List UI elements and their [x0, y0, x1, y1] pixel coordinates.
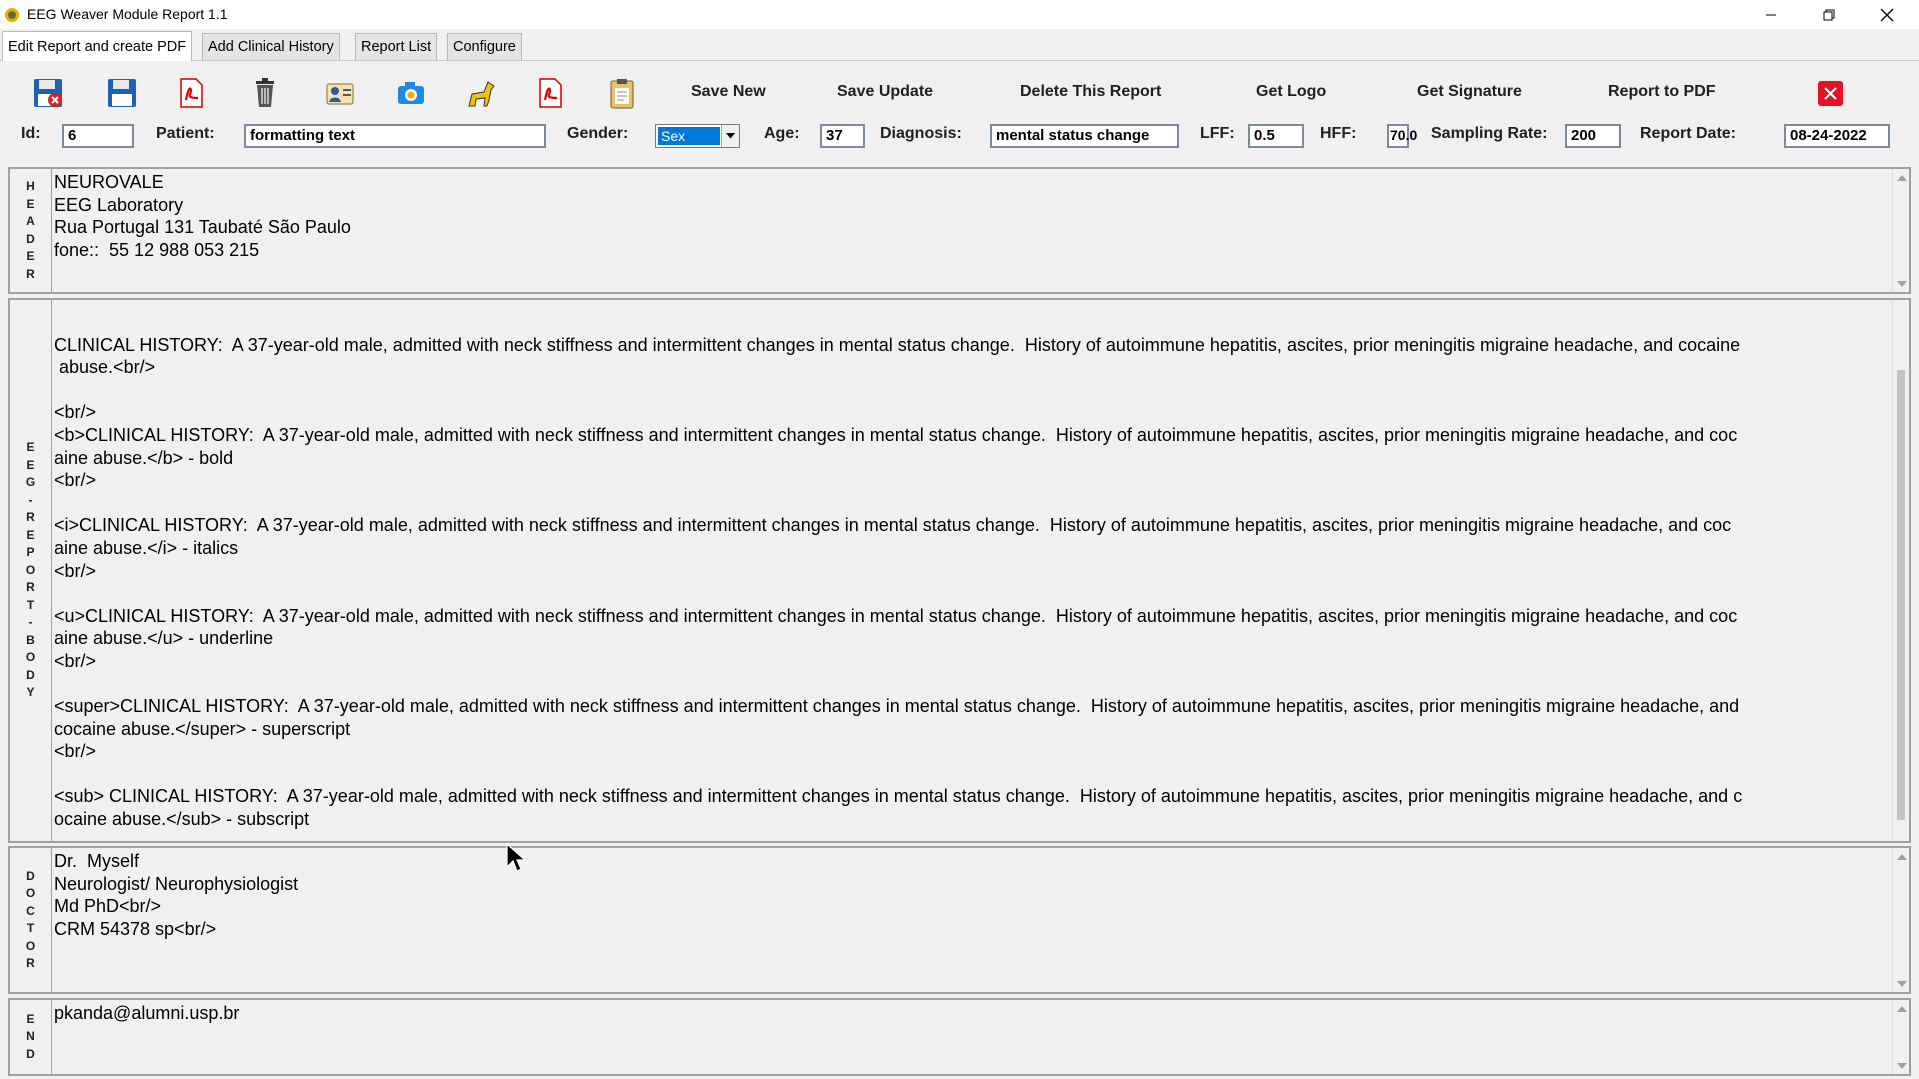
- doctor-textarea[interactable]: Dr. Myself Neurologist/ Neurophysiologis…: [52, 848, 1892, 992]
- header-panel: HEADER NEUROVALE EEG Laboratory Rua Port…: [8, 167, 1911, 294]
- gender-label: Gender:: [567, 125, 629, 142]
- red-close-icon: [1824, 87, 1837, 100]
- gender-value: Sex: [658, 127, 720, 145]
- scroll-up-arrow-icon[interactable]: [1893, 848, 1910, 865]
- horse-button[interactable]: [462, 74, 500, 112]
- minimize-icon: [1766, 14, 1776, 15]
- camera-icon: [398, 82, 424, 104]
- save-update-button[interactable]: Save Update: [837, 83, 933, 101]
- eeg-report-body-side-label: EEG-REPORT-BODY: [10, 300, 52, 841]
- horse-icon: [468, 81, 495, 107]
- gender-select[interactable]: Sex: [655, 124, 740, 148]
- lff-label: LFF:: [1200, 125, 1235, 142]
- report-date-label: Report Date:: [1640, 125, 1737, 142]
- pdf-icon: [180, 78, 203, 108]
- minimize-button[interactable]: [1742, 0, 1800, 29]
- body-scroll-thumb[interactable]: [1897, 370, 1905, 820]
- body-scrollbar[interactable]: [1892, 300, 1909, 841]
- chevron-down-icon: [726, 133, 735, 139]
- diagnosis-label: Diagnosis:: [880, 125, 962, 142]
- doctor-side-label: DOCTOR: [10, 848, 52, 992]
- id-label: Id:: [21, 125, 41, 142]
- lff-input[interactable]: 0.5: [1248, 124, 1304, 148]
- close-report-button[interactable]: [1818, 81, 1843, 106]
- scroll-down-arrow-icon[interactable]: [1893, 1057, 1910, 1074]
- age-input[interactable]: 37: [820, 124, 865, 148]
- trash-button[interactable]: [246, 74, 284, 112]
- scroll-up-arrow-icon[interactable]: [1893, 169, 1910, 186]
- restore-icon: [1823, 9, 1835, 20]
- eeg-report-body-textarea[interactable]: CLINICAL HISTORY: A 37-year-old male, ad…: [52, 300, 1892, 841]
- trash-icon: [256, 78, 274, 107]
- delete-floppy-button[interactable]: [29, 74, 67, 112]
- title-bar: EEG Weaver Module Report 1.1: [0, 0, 1919, 29]
- sampling-rate-label: Sampling Rate:: [1431, 125, 1548, 142]
- patient-input[interactable]: formatting text: [244, 124, 546, 148]
- save-floppy-icon: [108, 79, 136, 107]
- age-label: Age:: [764, 125, 800, 142]
- header-side-label: HEADER: [10, 169, 52, 292]
- end-side-label: END: [10, 1000, 52, 1074]
- scroll-down-arrow-icon[interactable]: [1893, 975, 1910, 992]
- clipboard-button[interactable]: [603, 74, 641, 112]
- doctor-panel: DOCTOR Dr. Myself Neurologist/ Neurophys…: [8, 846, 1911, 994]
- tab-add-clinical-history[interactable]: Add Clinical History: [202, 33, 340, 60]
- delete-report-floppy-icon: [34, 79, 62, 107]
- scroll-up-arrow-icon[interactable]: [1893, 1000, 1910, 1017]
- user-card-icon: [326, 83, 354, 105]
- doctor-scrollbar[interactable]: [1892, 848, 1909, 992]
- tab-edit-report[interactable]: Edit Report and create PDF: [2, 31, 193, 61]
- tab-report-list[interactable]: Report List: [355, 33, 438, 60]
- id-input[interactable]: 6: [62, 124, 134, 148]
- hff-input[interactable]: 70.0: [1387, 124, 1417, 148]
- save-new-button[interactable]: Save New: [691, 83, 766, 101]
- pdf-button[interactable]: [172, 74, 210, 112]
- gender-dropdown-arrow[interactable]: [721, 125, 739, 147]
- user-card-button[interactable]: [321, 74, 359, 112]
- tab-configure[interactable]: Configure: [447, 33, 522, 60]
- header-textarea[interactable]: NEUROVALE EEG Laboratory Rua Portugal 13…: [52, 169, 1892, 292]
- clipboard-icon: [610, 79, 634, 109]
- patient-label: Patient:: [156, 125, 215, 142]
- camera-button[interactable]: [392, 74, 430, 112]
- restore-button[interactable]: [1800, 0, 1858, 29]
- scroll-down-arrow-icon[interactable]: [1893, 275, 1910, 292]
- report-date-input[interactable]: 08-24-2022: [1784, 124, 1890, 148]
- sampling-rate-input[interactable]: 200: [1565, 124, 1621, 148]
- report-to-pdf-button[interactable]: Report to PDF: [1608, 83, 1716, 101]
- header-scrollbar[interactable]: [1892, 169, 1909, 292]
- save-floppy-button[interactable]: [103, 74, 141, 112]
- end-scrollbar[interactable]: [1892, 1000, 1909, 1074]
- get-logo-button[interactable]: Get Logo: [1256, 83, 1326, 101]
- pdf-export-icon: [539, 78, 562, 108]
- end-textarea[interactable]: pkanda@alumni.usp.br: [52, 1000, 1892, 1074]
- eeg-report-body-panel: EEG-REPORT-BODY CLINICAL HISTORY: A 37-y…: [8, 298, 1911, 843]
- delete-report-button[interactable]: Delete This Report: [1020, 83, 1161, 101]
- tab-bar: Edit Report and create PDF Add Clinical …: [0, 30, 1919, 61]
- diagnosis-input[interactable]: mental status change: [990, 124, 1179, 148]
- mouse-cursor-icon: [506, 843, 526, 872]
- app-logo-icon: [5, 8, 19, 22]
- hff-label: HFF:: [1320, 125, 1357, 142]
- get-signature-button[interactable]: Get Signature: [1417, 83, 1522, 101]
- close-window-button[interactable]: [1858, 0, 1916, 29]
- window-title: EEG Weaver Module Report 1.1: [27, 6, 228, 22]
- pdf-export-button[interactable]: [531, 74, 569, 112]
- close-icon: [1880, 8, 1894, 21]
- end-panel: END pkanda@alumni.usp.br: [8, 998, 1911, 1076]
